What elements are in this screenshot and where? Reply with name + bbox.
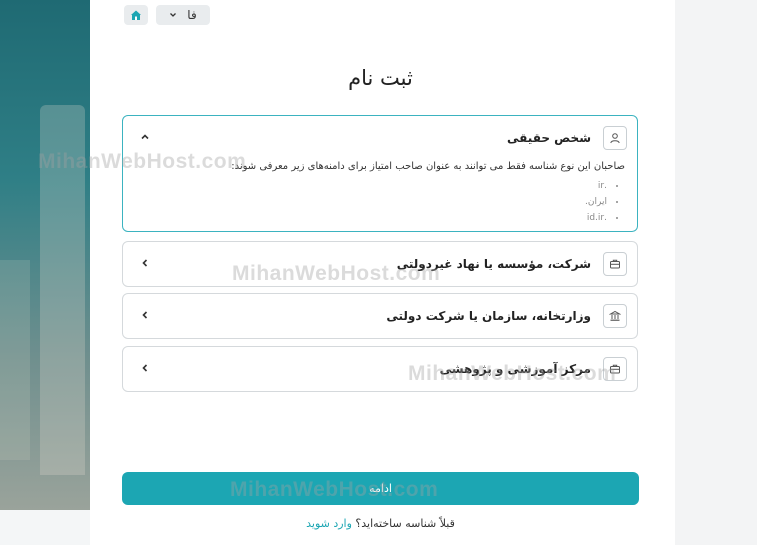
signin-link[interactable]: وارد شوید: [306, 517, 352, 530]
signin-text: قبلاً شناسه ساخته‌اید؟: [355, 517, 455, 530]
watermark: MihanWebHost.com: [408, 362, 617, 385]
language-select[interactable]: فا: [156, 5, 210, 25]
chevron-left-icon[interactable]: [139, 257, 151, 269]
language-label: فا: [187, 8, 197, 22]
list-item: ایران.: [145, 194, 607, 210]
home-icon: [131, 10, 141, 20]
home-button[interactable]: [124, 5, 148, 25]
card-header[interactable]: وزارتخانه، سازمان یا شرکت دولتی: [386, 294, 627, 338]
user-icon: [603, 126, 627, 150]
watermark: MihanWebHost.com: [230, 478, 439, 501]
background-right: [675, 0, 757, 545]
topbar: فا: [124, 5, 210, 25]
chevron-down-icon: [170, 13, 177, 17]
chevron-left-icon[interactable]: [139, 362, 151, 374]
background-ruin: [0, 260, 30, 460]
list-item: .id.ir: [145, 210, 607, 226]
page-title: ثبت نام: [348, 66, 413, 90]
signin-prompt: قبلاً شناسه ساخته‌اید؟ وارد شوید: [122, 517, 639, 530]
chevron-up-icon[interactable]: [139, 131, 151, 143]
watermark: MihanWebHost.com: [232, 262, 441, 285]
card-label: شخص حقیقی: [507, 131, 591, 145]
briefcase-icon: [603, 252, 627, 276]
watermark: MihanWebHost.com: [38, 150, 247, 173]
bank-icon: [603, 304, 627, 328]
card-government[interactable]: وزارتخانه، سازمان یا شرکت دولتی: [122, 293, 638, 339]
card-header[interactable]: شخص حقیقی: [507, 116, 627, 160]
list-item: .ir: [145, 178, 607, 194]
card-label: وزارتخانه، سازمان یا شرکت دولتی: [386, 309, 591, 323]
chevron-left-icon[interactable]: [139, 309, 151, 321]
background-image: [0, 0, 92, 510]
domain-list: .ir ایران. .id.ir: [145, 178, 625, 226]
